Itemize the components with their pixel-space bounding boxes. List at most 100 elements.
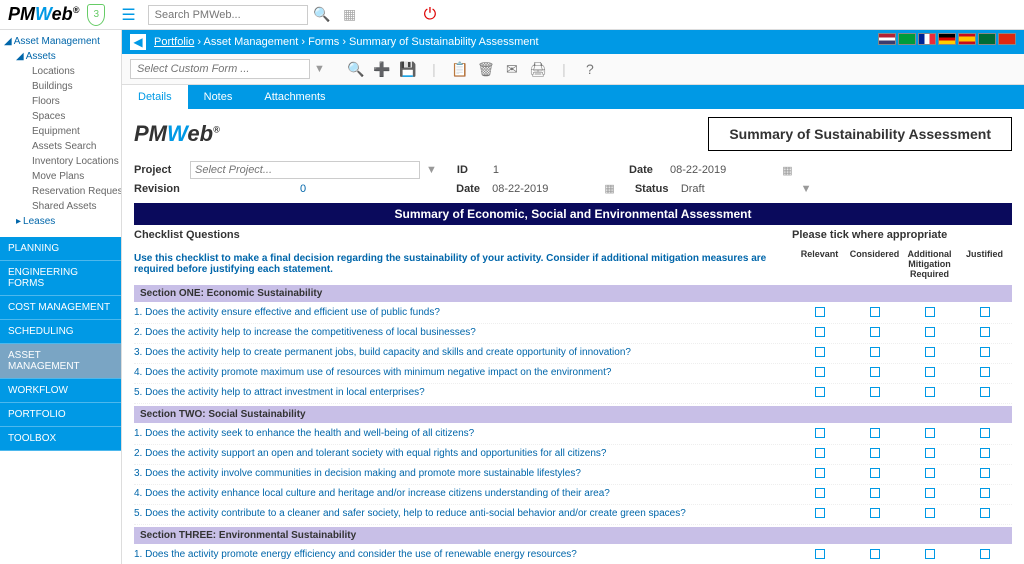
flag-sa-icon[interactable] — [978, 33, 996, 45]
checkbox[interactable] — [870, 549, 880, 559]
checkbox[interactable] — [815, 387, 825, 397]
flag-br-icon[interactable] — [898, 33, 916, 45]
save-icon[interactable]: 💾 — [397, 58, 419, 80]
nav-toolbox[interactable]: TOOLBOX — [0, 427, 121, 451]
flag-us-icon[interactable] — [878, 33, 896, 45]
bc-root[interactable]: Portfolio — [154, 36, 194, 48]
checkbox[interactable] — [815, 307, 825, 317]
nav-cost-management[interactable]: COST MANAGEMENT — [0, 296, 121, 320]
add-icon[interactable]: ➕ — [371, 58, 393, 80]
tree-item[interactable]: Spaces — [0, 109, 121, 124]
checkbox[interactable] — [870, 468, 880, 478]
checkbox[interactable] — [925, 307, 935, 317]
checkbox[interactable] — [870, 448, 880, 458]
checkbox[interactable] — [925, 448, 935, 458]
checkbox[interactable] — [815, 508, 825, 518]
copy-icon[interactable]: 📋 — [449, 58, 471, 80]
checkbox[interactable] — [925, 428, 935, 438]
tab-notes[interactable]: Notes — [188, 85, 249, 109]
checkbox[interactable] — [980, 327, 990, 337]
calendar-icon[interactable]: ▦ — [604, 182, 614, 195]
tree-assets[interactable]: ◢Assets — [0, 49, 121, 64]
tree-item[interactable]: Assets Search — [0, 139, 121, 154]
checkbox[interactable] — [815, 347, 825, 357]
checkbox[interactable] — [815, 468, 825, 478]
checkbox[interactable] — [925, 508, 935, 518]
search-icon[interactable]: 🔍 — [312, 5, 332, 25]
flag-cn-icon[interactable] — [998, 33, 1016, 45]
checkbox[interactable] — [815, 327, 825, 337]
search-input[interactable] — [148, 5, 308, 25]
nav-workflow[interactable]: WORKFLOW — [0, 379, 121, 403]
bc-1[interactable]: Asset Management — [204, 36, 299, 48]
checkbox[interactable] — [925, 327, 935, 337]
tab-details[interactable]: Details — [122, 85, 188, 109]
help-icon[interactable]: ? — [579, 58, 601, 80]
checkbox[interactable] — [815, 488, 825, 498]
email-icon[interactable]: ✉ — [501, 58, 523, 80]
checkbox[interactable] — [815, 549, 825, 559]
checkbox[interactable] — [925, 549, 935, 559]
tree-item[interactable]: Shared Assets — [0, 199, 121, 214]
tree-root[interactable]: ◢Asset Management — [0, 34, 121, 49]
checkbox[interactable] — [980, 448, 990, 458]
checkbox[interactable] — [925, 488, 935, 498]
checkbox[interactable] — [925, 468, 935, 478]
checkbox[interactable] — [980, 307, 990, 317]
project-select[interactable] — [190, 161, 420, 179]
checkbox[interactable] — [870, 488, 880, 498]
checkbox[interactable] — [870, 347, 880, 357]
tree-item[interactable]: Floors — [0, 94, 121, 109]
tree-item[interactable]: Equipment — [0, 124, 121, 139]
col-considered: Considered — [847, 249, 902, 279]
nav-engineering-forms[interactable]: ENGINEERING FORMS — [0, 261, 121, 296]
checkbox[interactable] — [980, 347, 990, 357]
checkbox[interactable] — [815, 448, 825, 458]
tab-attachments[interactable]: Attachments — [248, 85, 341, 109]
tree-leases[interactable]: ▸Leases — [0, 214, 121, 229]
checkbox[interactable] — [925, 387, 935, 397]
flag-es-icon[interactable] — [958, 33, 976, 45]
tree-item[interactable]: Move Plans — [0, 169, 121, 184]
back-icon[interactable]: ◀ — [130, 34, 146, 50]
nav-planning[interactable]: PLANNING — [0, 237, 121, 261]
checkbox[interactable] — [870, 307, 880, 317]
tree-item[interactable]: Locations — [0, 64, 121, 79]
checkbox[interactable] — [870, 508, 880, 518]
checkbox[interactable] — [815, 428, 825, 438]
delete-icon[interactable]: 🗑 — [475, 58, 497, 80]
power-icon[interactable]: ⏻ — [424, 6, 437, 24]
menu-icon[interactable]: ☰ — [121, 5, 135, 25]
checkbox[interactable] — [925, 367, 935, 377]
checkbox[interactable] — [980, 387, 990, 397]
calendar-icon[interactable]: ▦ — [340, 5, 360, 25]
search-icon[interactable]: 🔍 — [345, 58, 367, 80]
status-value[interactable]: Draft — [681, 183, 705, 195]
custom-form-select[interactable] — [130, 59, 310, 79]
checkbox[interactable] — [980, 468, 990, 478]
nav-scheduling[interactable]: SCHEDULING — [0, 320, 121, 344]
checkbox[interactable] — [870, 387, 880, 397]
checkbox[interactable] — [980, 488, 990, 498]
tree-item[interactable]: Buildings — [0, 79, 121, 94]
checkbox[interactable] — [870, 428, 880, 438]
flag-fr-icon[interactable] — [918, 33, 936, 45]
nav-portfolio[interactable]: PORTFOLIO — [0, 403, 121, 427]
checkbox[interactable] — [870, 327, 880, 337]
nav-asset-management[interactable]: ASSET MANAGEMENT — [0, 344, 121, 379]
checkbox[interactable] — [980, 367, 990, 377]
flag-de-icon[interactable] — [938, 33, 956, 45]
checkbox[interactable] — [980, 428, 990, 438]
tree-item[interactable]: Inventory Locations — [0, 154, 121, 169]
notification-shield-icon[interactable]: 3 — [87, 4, 105, 26]
breadcrumb[interactable]: Portfolio › Asset Management › Forms › S… — [154, 36, 539, 48]
bc-2[interactable]: Forms — [308, 36, 339, 48]
checkbox[interactable] — [980, 549, 990, 559]
checkbox[interactable] — [980, 508, 990, 518]
checkbox[interactable] — [925, 347, 935, 357]
calendar-icon[interactable]: ▦ — [782, 164, 792, 177]
tree-item[interactable]: Reservation Request — [0, 184, 121, 199]
checkbox[interactable] — [870, 367, 880, 377]
checkbox[interactable] — [815, 367, 825, 377]
print-icon[interactable]: 🖨 — [527, 58, 549, 80]
